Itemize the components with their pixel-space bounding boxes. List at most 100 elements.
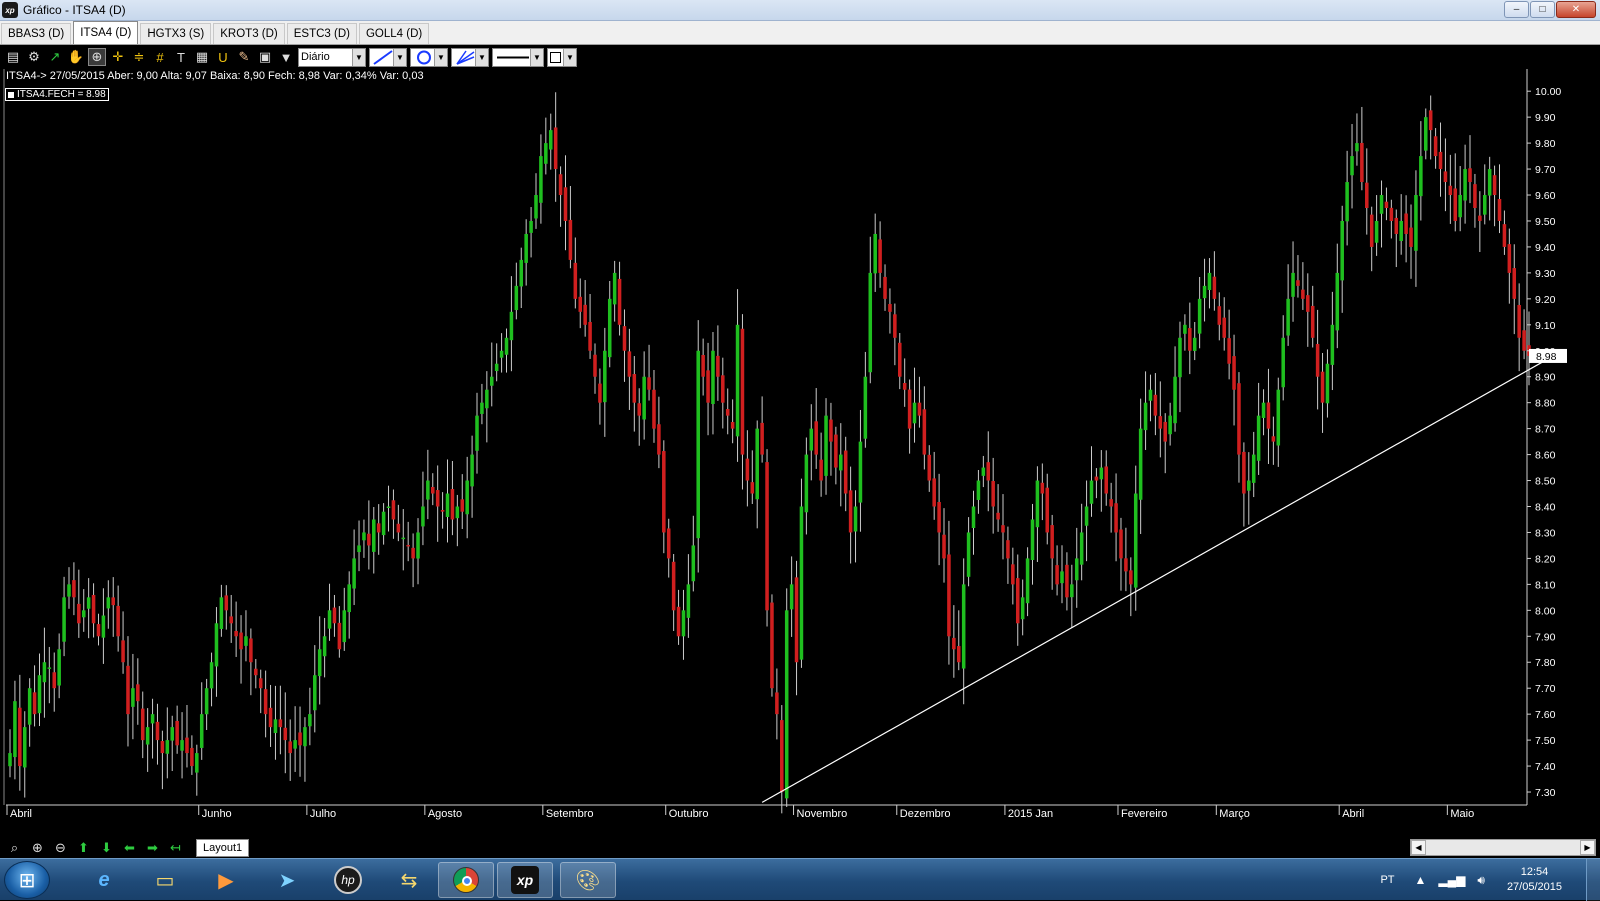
hp-icon[interactable]: hp [320,862,376,898]
close-button[interactable]: ✕ [1556,1,1596,18]
candle-up [1178,337,1182,378]
chart-type-icon[interactable]: ▤ [4,48,22,66]
candle-up [47,667,52,669]
fan-tool-select[interactable]: ▼ [451,47,489,67]
candle-down [588,321,592,351]
shape-tool-select[interactable]: ▼ [410,47,448,67]
chrome-icon[interactable] [438,862,494,898]
candle-down [1124,558,1128,572]
candle-up [1251,454,1256,483]
arrow-down-icon[interactable]: ⬇ [98,840,115,856]
settings-gear-icon[interactable]: ⚙ [25,48,43,66]
text-icon[interactable]: T [172,48,190,66]
clipboard-icon[interactable]: ▣ [256,48,274,66]
line-style-select[interactable]: ▼ [492,47,544,67]
pan-hand-icon[interactable]: ✋ [67,48,85,66]
grid-icon[interactable]: # [151,48,169,66]
tab-itsa4[interactable]: ITSA4 (D) [73,21,139,44]
arrow-back-icon[interactable]: ↤ [167,840,184,856]
tab-estc3[interactable]: ESTC3 (D) [286,23,357,44]
crosshair-icon[interactable]: ✛ [109,48,127,66]
candle-up [686,584,691,618]
eraser-icon[interactable]: ✎ [235,48,253,66]
candle-up [372,519,376,552]
scroll-left-button[interactable]: ◀ [1411,840,1426,855]
candle-up [67,584,71,597]
candle-up [971,506,976,529]
draw-line-icon[interactable]: ↗ [46,48,64,66]
candle-down [671,561,676,611]
volume-icon[interactable]: 🔊︎ [1477,873,1485,888]
candle-down [937,502,941,533]
candle-up [1335,272,1340,331]
candle-down [1306,295,1310,312]
candle-up [1173,376,1177,424]
candle-up [1423,117,1428,151]
calculator-icon[interactable]: ▦ [193,48,211,66]
fan-lines-icon [456,50,475,65]
zoom-icon[interactable]: ⌕ [6,840,23,856]
candle-down [637,403,641,416]
arrow-left-icon[interactable]: ⬅ [121,840,138,856]
candle-down [52,672,57,689]
maximize-button[interactable]: □ [1530,1,1555,18]
start-button[interactable]: ⊞ [4,861,50,899]
layout-tab[interactable]: Layout1 [196,838,250,857]
tab-hgtx3[interactable]: HGTX3 (S) [140,23,212,44]
zoom-in-icon[interactable]: ⊕ [29,840,46,856]
candle-up [22,727,27,768]
folder-sync-icon[interactable]: ⇆ [381,862,437,898]
arrow-up-icon[interactable]: ⬆ [75,840,92,856]
candle-down [647,377,651,390]
show-desktop-button[interactable] [1586,859,1600,901]
internet-explorer-icon[interactable]: e [76,862,132,898]
candle-down [627,351,632,377]
candle-up [981,467,986,476]
candle-up [204,688,209,715]
candle-up [1168,415,1172,435]
chevron-down-icon: ▼ [563,48,576,66]
tab-krot3[interactable]: KROT3 (D) [213,23,285,44]
candle-down [1232,356,1236,390]
tab-goll4[interactable]: GOLL4 (D) [358,23,430,44]
horizontal-scrollbar[interactable]: ◀ ▶ [1410,839,1596,856]
y-tick-label: 8.20 [1535,553,1556,565]
chart-canvas[interactable]: 10.00 9.90 9.80 9.70 9.60 9.50 9.40 9.30 9.20 9.1… [0,69,1600,839]
magnet-icon[interactable]: U [214,48,232,66]
scroll-right-button[interactable]: ▶ [1580,840,1595,855]
candlestick-chart[interactable]: 10.00 9.90 9.80 9.70 9.60 9.50 9.40 9.30 9.20 9.1… [0,69,1600,839]
network-signal-icon[interactable]: ▂▄▆ [1438,873,1465,887]
candle-down [701,354,705,377]
tab-bbas3[interactable]: BBAS3 (D) [1,23,72,44]
candle-up [1463,169,1467,201]
candle-down [666,528,671,559]
xp-logo-icon: xp [2,2,18,18]
candle-up [1183,324,1187,334]
show-hidden-icons-icon[interactable]: ▲ [1415,873,1427,887]
color-select[interactable]: ▼ [547,47,577,67]
line-tool-select[interactable]: ▼ [369,47,407,67]
candle-up [322,636,327,657]
arrow-right-icon[interactable]: ➡ [144,840,161,856]
candle-down [676,606,681,637]
y-tick-label: 9.10 [1535,320,1556,332]
language-indicator[interactable]: PT [1380,874,1394,886]
period-select[interactable]: Diário ▼ [298,47,366,67]
xp-app-icon[interactable]: xp [497,862,553,898]
candle-down [883,276,887,299]
paint-icon[interactable]: 🎨︎ [560,862,616,898]
y-tick-label: 8.00 [1535,605,1556,617]
candle-down [430,486,435,494]
file-explorer-icon[interactable]: ▭ [137,862,193,898]
filter-icon[interactable]: ▼ [277,48,295,66]
clock[interactable]: 12:54 27/05/2015 [1507,865,1562,895]
candle-down [1188,328,1192,351]
candle-up [548,130,553,150]
zoom-area-icon[interactable]: ⊕ [88,48,106,66]
hline-icon[interactable]: ≑ [130,48,148,66]
minimize-button[interactable]: – [1504,1,1529,18]
candle-up [607,298,612,358]
zoom-out-icon[interactable]: ⊖ [52,840,69,856]
send-app-icon[interactable]: ➤ [259,862,315,898]
media-player-icon[interactable]: ▶ [198,862,254,898]
